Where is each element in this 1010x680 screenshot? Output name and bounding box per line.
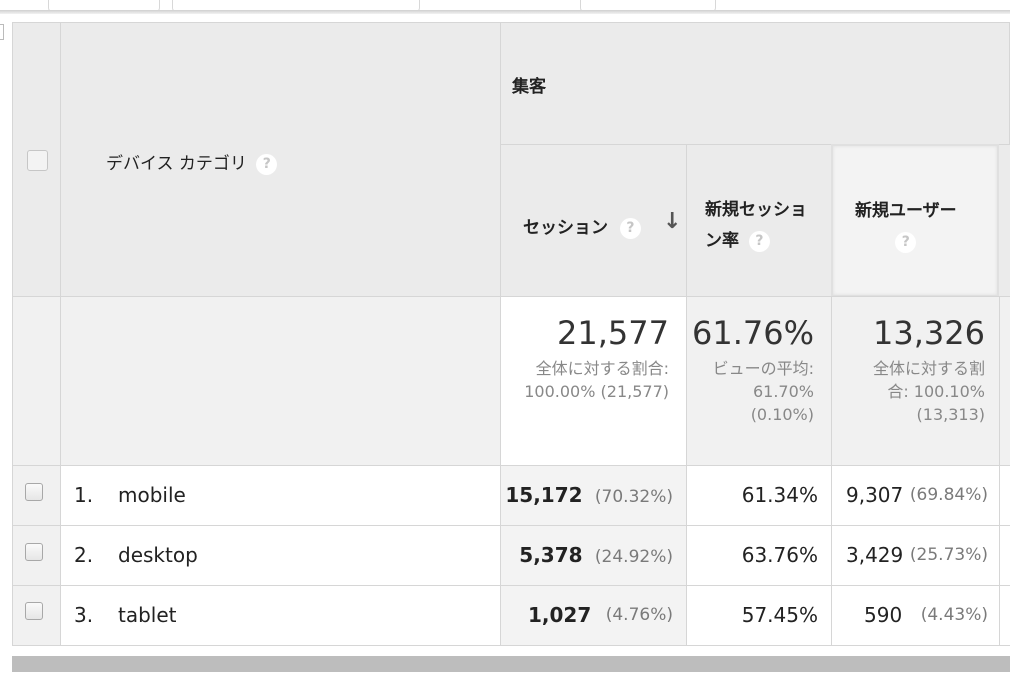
group-header: 集客 <box>500 22 1010 145</box>
new-users-percent: (25.73%) <box>909 545 988 565</box>
select-all-checkbox[interactable] <box>27 150 48 171</box>
report-table: デバイス カテゴリ ? 集客 セッション ? ↓ 新規セッショ ン率 ? 新規ユ… <box>12 22 1010 646</box>
header-overflow <box>999 144 1010 297</box>
row-rate-cell: 63.76% <box>686 525 832 586</box>
dimension-label: デバイス カテゴリ <box>106 154 247 174</box>
new-users-percent: (69.84%) <box>909 485 988 505</box>
sessions-value: 15,172 <box>505 483 583 507</box>
new-session-rate-value: 61.34% <box>741 483 818 507</box>
row-new-users-cell: 9,307 (69.84%) <box>831 465 1000 526</box>
sessions-value: 5,378 <box>519 543 583 567</box>
device-link[interactable]: tablet <box>118 603 177 627</box>
new-session-rate-value: 57.45% <box>741 603 818 627</box>
totals-new-users-value: 13,326 <box>873 314 985 352</box>
new-users-column-header[interactable]: 新規ユーザー ? <box>831 144 999 297</box>
totals-sessions-note: 100.00% (21,577) <box>524 382 669 401</box>
sessions-column-header[interactable]: セッション ? ↓ <box>500 144 687 297</box>
sessions-label: セッション <box>523 218 608 238</box>
new-session-rate-column-header[interactable]: 新規セッショ ン率 ? <box>686 144 832 297</box>
new-session-rate-label-line2: ン率 <box>705 231 739 251</box>
edge-marker <box>0 24 4 40</box>
sessions-percent: (24.92%) <box>594 547 673 567</box>
row-new-users-cell: 590 (4.43%) <box>831 585 1000 646</box>
help-icon[interactable]: ? <box>748 230 770 252</box>
row-sessions-cell: 1,027 (4.76%) <box>500 585 687 646</box>
new-users-label: 新規ユーザー <box>855 201 957 221</box>
totals-new-session-rate-value: 61.76% <box>691 314 814 352</box>
row-sessions-cell: 5,378 (24.92%) <box>500 525 687 586</box>
row-new-users-cell: 3,429 (25.73%) <box>831 525 1000 586</box>
toolbar-shadow <box>0 10 1010 14</box>
totals-new-users-note: 全体に対する割 <box>872 359 985 378</box>
help-icon[interactable]: ? <box>256 153 278 175</box>
totals-new-session-rate-note: (0.10%) <box>750 405 814 424</box>
row-checkbox-cell <box>12 465 61 526</box>
totals-new-users-note: (13,313) <box>916 405 985 424</box>
totals-new-session-rate-note: 61.70% <box>752 382 814 401</box>
totals-checkbox-cell <box>12 296 61 466</box>
row-checkbox-cell <box>12 585 61 646</box>
row-index: 2. <box>74 543 94 567</box>
sessions-percent: (4.76%) <box>605 605 673 625</box>
row-rate-cell: 61.34% <box>686 465 832 526</box>
dimension-header[interactable]: デバイス カテゴリ ? <box>60 22 501 297</box>
device-link[interactable]: desktop <box>118 543 198 567</box>
row-overflow <box>999 465 1010 526</box>
new-session-rate-label-line1: 新規セッショ <box>705 200 807 220</box>
sessions-percent: (70.32%) <box>594 487 673 507</box>
device-link[interactable]: mobile <box>118 483 186 507</box>
new-users-percent: (4.43%) <box>920 605 988 625</box>
help-icon[interactable]: ? <box>619 217 641 239</box>
totals-new-session-rate-cell: 61.76% ビューの平均: 61.70% (0.10%) <box>686 296 832 466</box>
sessions-value: 1,027 <box>528 603 592 627</box>
horizontal-scrollbar[interactable] <box>12 656 1010 672</box>
row-overflow <box>999 585 1010 646</box>
totals-sessions-note: 全体に対する割合: <box>535 359 669 378</box>
totals-sessions-cell: 21,577 全体に対する割合: 100.00% (21,577) <box>500 296 687 466</box>
totals-label-cell <box>60 296 501 466</box>
select-all-header <box>12 22 61 297</box>
row-sessions-cell: 15,172 (70.32%) <box>500 465 687 526</box>
row-checkbox[interactable] <box>25 483 43 501</box>
new-session-rate-value: 63.76% <box>741 543 818 567</box>
table-row: 2. desktop <box>60 525 501 586</box>
table-row: 3. tablet <box>60 585 501 646</box>
new-users-value: 590 <box>864 603 903 627</box>
new-users-value: 9,307 <box>846 483 904 507</box>
row-index: 1. <box>74 483 94 507</box>
row-checkbox[interactable] <box>25 602 43 620</box>
sort-descending-icon[interactable]: ↓ <box>663 209 681 234</box>
row-overflow <box>999 525 1010 586</box>
help-icon[interactable]: ? <box>895 231 917 253</box>
row-rate-cell: 57.45% <box>686 585 832 646</box>
row-checkbox[interactable] <box>25 543 43 561</box>
new-users-value: 3,429 <box>846 543 904 567</box>
row-checkbox-cell <box>12 525 61 586</box>
totals-new-users-cell: 13,326 全体に対する割 合: 100.10% (13,313) <box>831 296 1000 466</box>
table-row: 1. mobile <box>60 465 501 526</box>
group-label: 集客 <box>512 77 546 97</box>
totals-sessions-value: 21,577 <box>557 314 669 352</box>
totals-new-users-note: 合: 100.10% <box>887 382 985 401</box>
totals-new-session-rate-note: ビューの平均: <box>712 359 814 378</box>
totals-overflow <box>999 296 1010 466</box>
row-index: 3. <box>74 603 94 627</box>
